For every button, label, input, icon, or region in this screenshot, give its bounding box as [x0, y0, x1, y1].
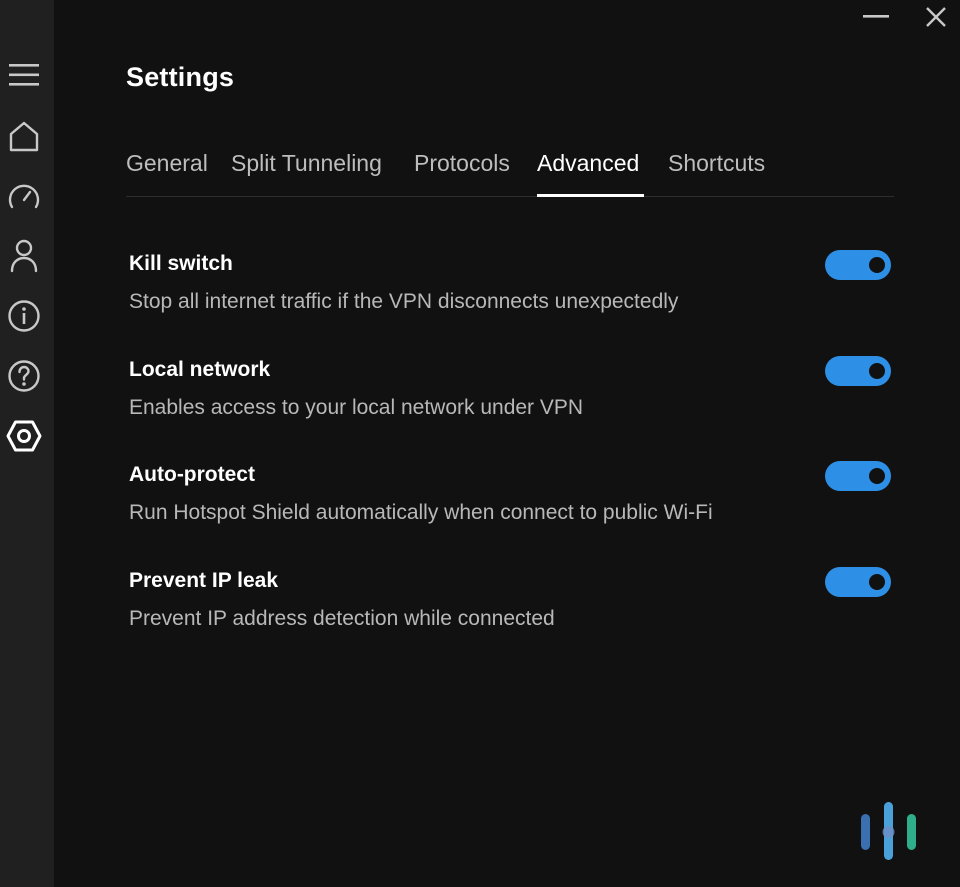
- tab-protocols[interactable]: Protocols: [414, 150, 510, 177]
- setting-local-network: Local network Enables access to your loc…: [129, 356, 894, 438]
- active-tab-indicator: [537, 194, 644, 197]
- setting-title: Local network: [129, 358, 271, 381]
- setting-kill-switch: Kill switch Stop all internet traffic if…: [129, 250, 894, 332]
- setting-title: Kill switch: [129, 252, 233, 275]
- setting-description: Enables access to your local network und…: [129, 396, 584, 419]
- help-icon[interactable]: [6, 358, 42, 394]
- tab-general[interactable]: General: [126, 150, 208, 177]
- tab-bar: General Split Tunneling Protocols Advanc…: [126, 148, 894, 197]
- toggle-knob: [869, 468, 885, 484]
- tab-split-tunneling[interactable]: Split Tunneling: [231, 150, 382, 177]
- info-icon[interactable]: [6, 298, 42, 334]
- settings-window: Settings General Split Tunneling Protoco…: [0, 0, 960, 887]
- setting-title: Auto-protect: [129, 463, 255, 486]
- brand-bars-logo-icon: [858, 800, 920, 864]
- page-title: Settings: [126, 62, 235, 92]
- tab-shortcuts[interactable]: Shortcuts: [668, 150, 765, 177]
- kill-switch-toggle[interactable]: [825, 250, 891, 280]
- tab-advanced-label: Advanced: [537, 150, 640, 176]
- speedometer-icon[interactable]: [6, 178, 42, 214]
- user-icon[interactable]: [6, 238, 42, 274]
- setting-title: Prevent IP leak: [129, 569, 279, 592]
- setting-description: Run Hotspot Shield automatically when co…: [129, 501, 713, 524]
- auto-protect-toggle[interactable]: [825, 461, 891, 491]
- settings-hexagon-icon[interactable]: [6, 418, 42, 454]
- tab-advanced[interactable]: Advanced: [537, 150, 644, 197]
- hamburger-menu-icon[interactable]: [6, 57, 42, 93]
- toggle-knob: [869, 257, 885, 273]
- setting-prevent-ip-leak: Prevent IP leak Prevent IP address detec…: [129, 567, 894, 649]
- minimize-icon[interactable]: [861, 2, 891, 32]
- toggle-knob: [869, 574, 885, 590]
- setting-description: Stop all internet traffic if the VPN dis…: [129, 290, 679, 313]
- close-icon[interactable]: [921, 2, 951, 32]
- home-icon[interactable]: [6, 118, 42, 154]
- toggle-knob: [869, 363, 885, 379]
- prevent-ip-leak-toggle[interactable]: [825, 567, 891, 597]
- sidebar: [0, 0, 54, 887]
- setting-auto-protect: Auto-protect Run Hotspot Shield automati…: [129, 461, 894, 543]
- setting-description: Prevent IP address detection while conne…: [129, 607, 555, 630]
- local-network-toggle[interactable]: [825, 356, 891, 386]
